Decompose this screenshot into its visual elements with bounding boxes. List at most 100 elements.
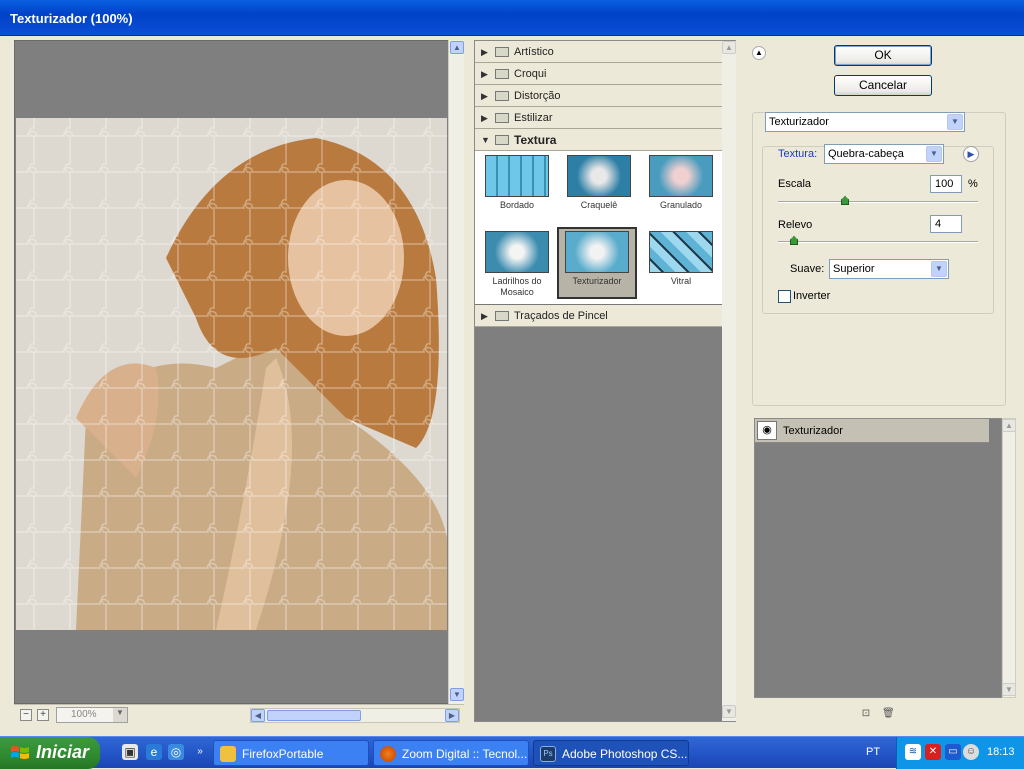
thumb-label: Texturizador bbox=[572, 276, 622, 286]
system-tray: ≋ ✕ ▭ ☺ 18:13 bbox=[896, 737, 1024, 769]
category-textura[interactable]: ▼ Textura bbox=[475, 129, 722, 151]
scroll-up-icon[interactable]: ▲ bbox=[722, 41, 736, 54]
scroll-right-icon[interactable]: ▶ bbox=[445, 709, 459, 722]
collapse-icon: ▼ bbox=[481, 135, 490, 145]
relief-slider-track[interactable] bbox=[778, 241, 978, 243]
category-estilizar[interactable]: ▶ Estilizar bbox=[475, 107, 722, 129]
relief-input[interactable]: 4 bbox=[930, 215, 962, 233]
scroll-thumb[interactable] bbox=[267, 710, 361, 721]
relief-label: Relevo bbox=[778, 219, 813, 231]
category-artistico[interactable]: ▶ Artístico bbox=[475, 41, 722, 63]
category-distorcao[interactable]: ▶ Distorção bbox=[475, 85, 722, 107]
category-label: Textura bbox=[514, 133, 557, 147]
folder-icon bbox=[495, 91, 509, 101]
cancel-button[interactable]: Cancelar bbox=[834, 75, 932, 96]
antivirus-icon[interactable]: ✕ bbox=[925, 744, 941, 760]
preview-image bbox=[16, 118, 447, 630]
invert-label: Inverter bbox=[793, 290, 831, 302]
thumb-vitral[interactable]: Vitral bbox=[641, 229, 721, 301]
texture-select-value: Quebra-cabeça bbox=[828, 148, 904, 160]
scroll-left-icon[interactable]: ◀ bbox=[251, 709, 265, 722]
preview-vertical-scrollbar[interactable]: ▲ ▼ bbox=[448, 40, 464, 704]
category-label: Croqui bbox=[514, 68, 547, 80]
messenger-icon[interactable]: ☺ bbox=[963, 744, 979, 760]
category-label: Distorção bbox=[514, 90, 561, 102]
dialog-title-bar[interactable]: Texturizador (100%) bbox=[0, 0, 1024, 36]
thumb-label: Ladrilhos do Mosaico bbox=[492, 276, 542, 297]
scroll-down-icon[interactable]: ▼ bbox=[450, 688, 464, 701]
task-photoshop[interactable]: Ps Adobe Photoshop CS... bbox=[533, 740, 689, 766]
expand-icon: ▶ bbox=[481, 91, 488, 101]
task-zoom-digital[interactable]: Zoom Digital :: Tecnol... bbox=[373, 740, 529, 766]
language-indicator[interactable]: PT bbox=[866, 746, 880, 758]
firefox-icon bbox=[380, 746, 396, 762]
layers-scrollbar[interactable]: ▲ ▼ bbox=[1002, 418, 1016, 698]
dialog-title: Texturizador (100%) bbox=[10, 11, 133, 26]
media-player-icon[interactable]: ◎ bbox=[168, 744, 184, 760]
scroll-up-icon[interactable]: ▲ bbox=[1002, 419, 1016, 432]
category-croqui[interactable]: ▶ Croqui bbox=[475, 63, 722, 85]
task-label: FirefoxPortable bbox=[242, 747, 324, 761]
task-label: Adobe Photoshop CS... bbox=[562, 747, 688, 761]
zoom-select[interactable]: 100% ▼ bbox=[56, 707, 128, 723]
thumb-bordado[interactable]: Bordado bbox=[477, 153, 557, 225]
texture-select[interactable]: Quebra-cabeça ▼ bbox=[824, 144, 944, 164]
thumb-label: Craquelê bbox=[580, 200, 618, 210]
start-button[interactable]: Iniciar bbox=[0, 737, 100, 769]
collapse-gallery-icon[interactable]: ▲ bbox=[752, 46, 766, 60]
zoom-in-button[interactable]: + bbox=[37, 709, 49, 721]
zoom-bar: − + 100% ▼ ◀ ▶ bbox=[14, 704, 464, 724]
task-label: Zoom Digital :: Tecnol... bbox=[402, 747, 528, 761]
folder-icon bbox=[220, 746, 236, 762]
thumb-label: Granulado bbox=[659, 200, 703, 210]
visibility-eye-icon[interactable]: ◉ bbox=[757, 421, 777, 440]
quicklaunch-more-icon[interactable]: » bbox=[192, 744, 208, 760]
monitor-icon[interactable]: ▭ bbox=[945, 744, 961, 760]
folder-icon bbox=[495, 69, 509, 79]
effect-layer-row[interactable]: ◉ Texturizador bbox=[755, 419, 989, 443]
scroll-up-icon[interactable]: ▲ bbox=[450, 41, 464, 54]
photoshop-icon: Ps bbox=[540, 746, 556, 762]
zoom-out-button[interactable]: − bbox=[20, 709, 32, 721]
chevron-down-icon: ▼ bbox=[931, 261, 947, 277]
tree-scrollbar[interactable]: ▲ ▼ bbox=[722, 41, 736, 721]
new-effect-layer-icon[interactable]: ⊡ bbox=[860, 708, 872, 720]
scale-slider-track[interactable] bbox=[778, 201, 978, 203]
texture-label: Textura: bbox=[778, 148, 818, 160]
delete-effect-layer-icon[interactable]: 🗑 bbox=[882, 708, 895, 720]
chevron-down-icon: ▼ bbox=[947, 114, 963, 130]
invert-checkbox[interactable] bbox=[778, 290, 791, 303]
task-firefoxportable[interactable]: FirefoxPortable bbox=[213, 740, 369, 766]
filter-select-value: Texturizador bbox=[769, 116, 829, 128]
category-tracados-de-pincel[interactable]: ▶ Traçados de Pincel bbox=[475, 305, 722, 327]
thumbnail-image bbox=[567, 155, 631, 197]
texture-menu-icon[interactable]: ▶ bbox=[963, 146, 979, 162]
folder-icon bbox=[495, 47, 509, 57]
chevron-down-icon: ▼ bbox=[113, 708, 127, 722]
internet-explorer-icon[interactable]: e bbox=[146, 744, 162, 760]
scroll-down-icon[interactable]: ▼ bbox=[1002, 683, 1016, 696]
scroll-down-icon[interactable]: ▼ bbox=[722, 705, 736, 718]
windows-flag-icon bbox=[11, 746, 29, 759]
thumb-granulado[interactable]: Granulado bbox=[641, 153, 721, 225]
thumb-texturizador[interactable]: Texturizador bbox=[557, 227, 637, 299]
category-label: Artístico bbox=[514, 46, 554, 58]
expand-icon: ▶ bbox=[481, 311, 488, 321]
thumb-ladrilhos[interactable]: Ladrilhos do Mosaico bbox=[477, 229, 557, 301]
zoom-value: 100% bbox=[71, 709, 97, 720]
preview-horizontal-scrollbar[interactable]: ◀ ▶ bbox=[250, 708, 460, 723]
thumb-craquele[interactable]: Craquelê bbox=[559, 153, 639, 225]
ok-button[interactable]: OK bbox=[834, 45, 932, 66]
light-select-value: Superior bbox=[833, 263, 875, 275]
filter-gallery-tree: ▶ Artístico ▶ Croqui ▶ Distorção ▶ Estilizar… bbox=[474, 40, 736, 722]
effect-layers-list: ◉ Texturizador bbox=[754, 418, 1002, 698]
thumbnail-image bbox=[485, 155, 549, 197]
light-label: Suave: bbox=[790, 263, 825, 275]
network-icon[interactable]: ≋ bbox=[905, 744, 921, 760]
filter-select[interactable]: Texturizador ▼ bbox=[765, 112, 965, 132]
folder-open-icon bbox=[495, 135, 509, 145]
clock[interactable]: 18:13 bbox=[987, 746, 1015, 758]
scale-input[interactable]: 100 bbox=[930, 175, 962, 193]
show-desktop-icon[interactable]: ▣ bbox=[122, 744, 138, 760]
light-select[interactable]: Superior ▼ bbox=[829, 259, 949, 279]
